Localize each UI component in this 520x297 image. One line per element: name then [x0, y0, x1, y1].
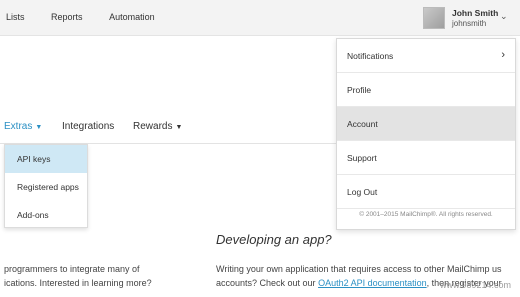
menu-item-profile[interactable]: Profile: [337, 73, 515, 107]
menu-item-support[interactable]: Support: [337, 141, 515, 175]
oauth2-docs-link[interactable]: OAuth2 API documentation: [318, 278, 427, 288]
nav-rewards[interactable]: Rewards ▼: [133, 121, 182, 132]
left-text-line-2: ications. Interested in learning more?: [4, 278, 152, 288]
nav-extras[interactable]: Extras ▼: [4, 121, 42, 132]
right-text-line-1: Writing your own application that requir…: [216, 264, 502, 274]
chevron-down-icon[interactable]: ⌄: [500, 11, 508, 22]
user-dropdown: Notifications › Profile Account Support …: [336, 38, 516, 230]
menu-item-notifications[interactable]: Notifications ›: [337, 39, 515, 73]
top-bar: Lists Reports Automation John Smith john…: [0, 0, 520, 36]
chevron-down-icon: ▼: [35, 124, 43, 131]
menu-item-account[interactable]: Account: [337, 107, 515, 141]
nav-reports[interactable]: Reports: [51, 12, 83, 22]
user-name: John Smith: [452, 8, 499, 18]
menu-item-api-keys[interactable]: API keys: [5, 145, 87, 173]
nav-integrations[interactable]: Integrations: [62, 121, 114, 132]
left-text-line-1: programmers to integrate many of: [4, 264, 140, 274]
chevron-down-icon: ▼: [175, 124, 183, 131]
user-handle: johnsmith: [452, 19, 487, 28]
nav-lists[interactable]: Lists: [6, 12, 25, 22]
chevron-right-icon: ›: [501, 49, 505, 61]
menu-item-log-out[interactable]: Log Out: [337, 175, 515, 209]
menu-item-add-ons[interactable]: Add-ons: [5, 201, 87, 229]
extras-dropdown: API keys Registered apps Add-ons: [4, 144, 88, 228]
nav-extras-label: Extras: [4, 121, 33, 132]
right-text-pre: accounts? Check out our: [216, 278, 319, 288]
watermark: www.989214.com: [440, 280, 512, 290]
nav-rewards-label: Rewards: [133, 121, 173, 132]
developing-app-heading: Developing an app?: [216, 232, 332, 247]
avatar[interactable]: [423, 7, 445, 29]
top-nav: Lists Reports Automation: [6, 12, 179, 22]
menu-item-notifications-label: Notifications: [347, 51, 394, 61]
copyright-text: © 2001–2015 MailChimp®. All rights reser…: [359, 211, 493, 218]
nav-automation[interactable]: Automation: [109, 12, 155, 22]
menu-item-registered-apps[interactable]: Registered apps: [5, 173, 87, 201]
